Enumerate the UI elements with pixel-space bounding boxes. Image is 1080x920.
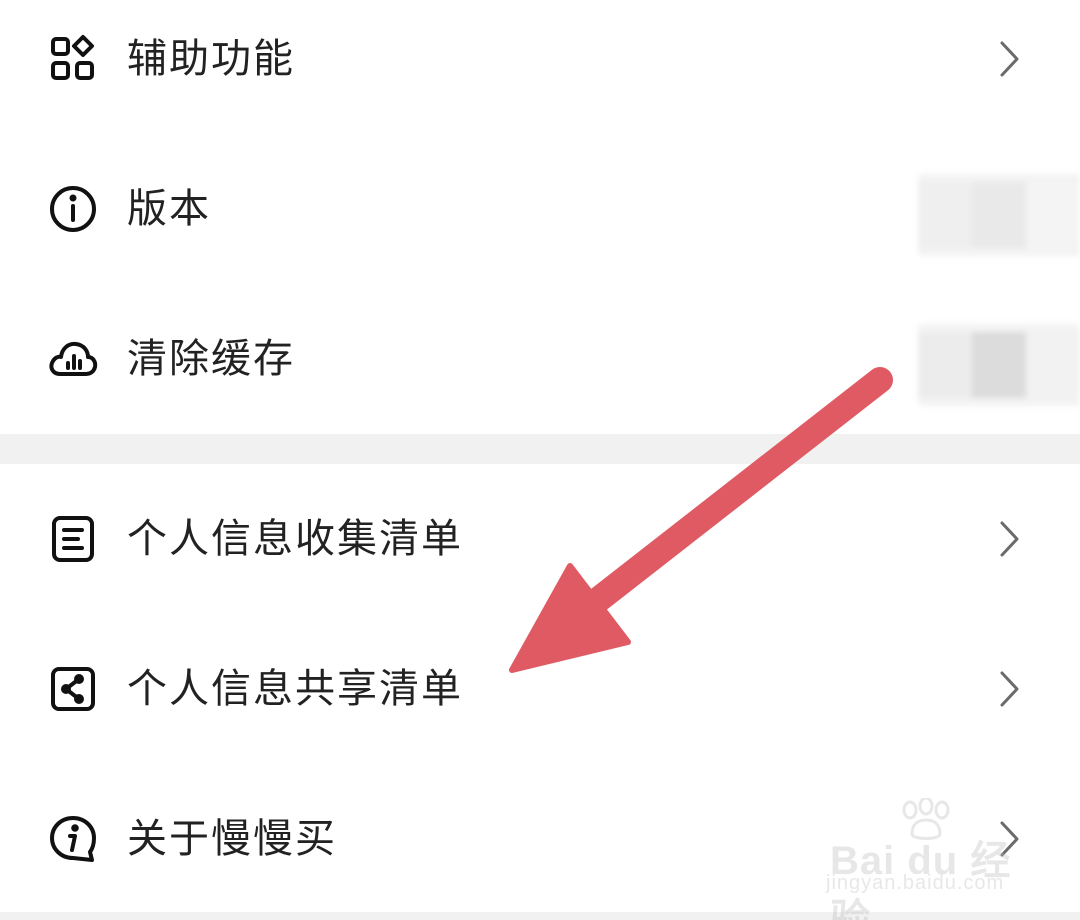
info-bubble-icon [48, 814, 98, 864]
settings-item-label: 关于慢慢买 [127, 816, 337, 862]
chevron-right-icon [998, 519, 1022, 559]
settings-item-clear-cache[interactable]: 清除缓存 [0, 284, 1080, 434]
settings-item-label: 版本 [127, 186, 211, 232]
chevron-right-icon [998, 39, 1022, 79]
apps-grid-icon [48, 34, 98, 84]
settings-item-label: 清除缓存 [127, 336, 295, 382]
info-circle-icon [48, 184, 98, 234]
baidu-jingyan-watermark: Bai du 经验 jingyan.baidu.com [826, 798, 1036, 920]
settings-item-info-sharing-list[interactable]: 个人信息共享清单 [0, 614, 1080, 764]
share-box-icon [48, 664, 98, 714]
blurred-version-value [918, 174, 1080, 256]
document-list-icon [48, 514, 98, 564]
settings-item-label: 个人信息收集清单 [127, 516, 463, 562]
settings-item-version[interactable]: 版本 [0, 134, 1080, 284]
settings-item-info-collection-list[interactable]: 个人信息收集清单 [0, 464, 1080, 614]
blurred-cache-size [918, 324, 1080, 406]
settings-item-accessibility[interactable]: 辅助功能 [0, 0, 1080, 134]
chevron-right-icon [998, 669, 1022, 709]
cloud-chart-icon [48, 334, 98, 384]
settings-item-label: 辅助功能 [127, 36, 295, 82]
settings-item-label: 个人信息共享清单 [127, 666, 463, 712]
watermark-url-text: jingyan.baidu.com [826, 872, 1005, 894]
section-divider [0, 434, 1080, 464]
